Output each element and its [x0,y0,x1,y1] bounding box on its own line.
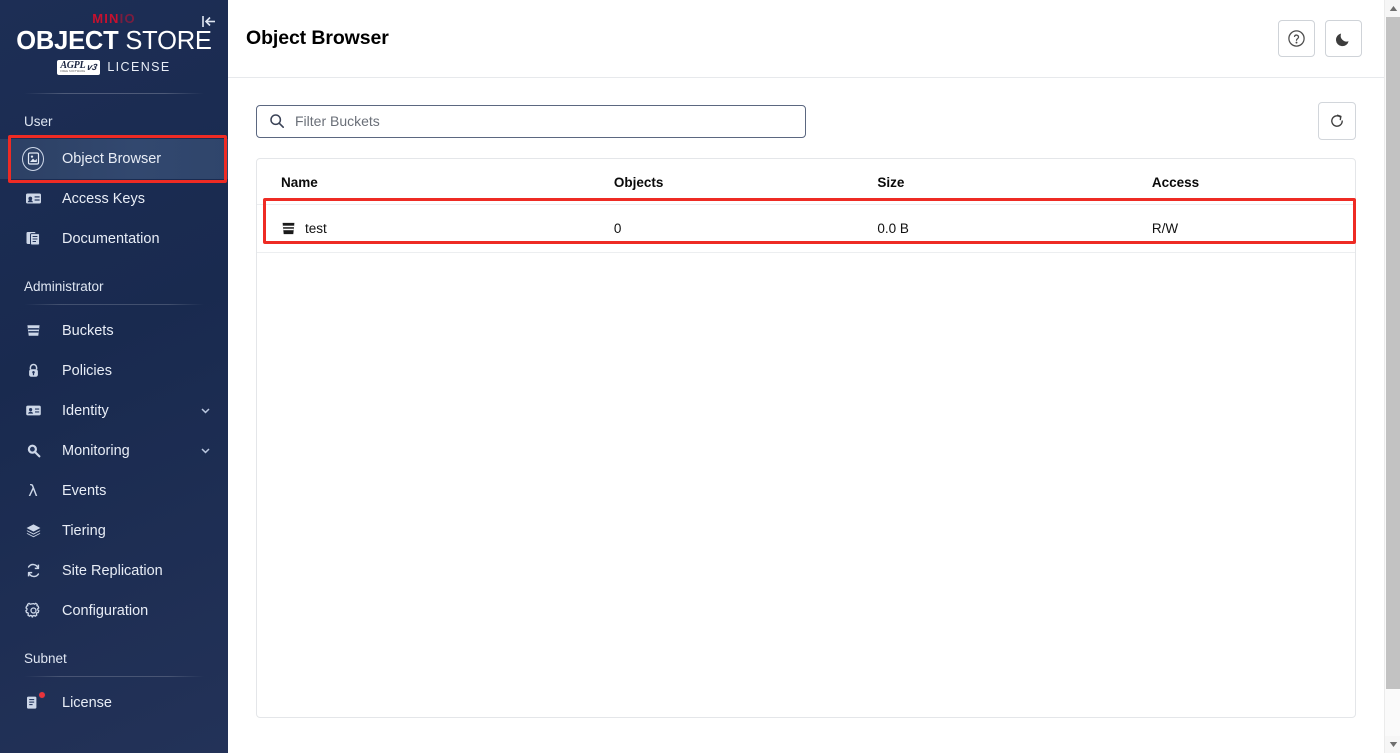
column-header-objects[interactable]: Objects [613,159,878,205]
main-content: Object Browser Filter Buckets Name Objec… [228,0,1400,753]
sidebar-item-label: Configuration [62,602,149,619]
sidebar-item-label: Access Keys [62,190,145,207]
bucket-icon [282,222,295,235]
table-row[interactable]: test 0 0.0 B R/W [257,204,1355,253]
buckets-table-card: Name Objects Size Access test 0 0.0 B R/… [256,158,1356,718]
cell-access: R/W [1151,204,1355,253]
top-bar: Object Browser [228,0,1400,78]
section-divider-subnet [24,675,204,677]
logo-divider [24,92,204,94]
moon-icon [1335,33,1349,47]
search-icon [270,114,284,128]
sidebar-item-monitoring[interactable]: Monitoring [0,431,228,471]
gear-icon [22,600,44,622]
lock-icon [22,360,44,382]
help-circle-icon [1288,30,1305,47]
agpl-badge-icon: AGPL FREE SOFTWARE v3 [57,59,101,75]
page-title: Object Browser [246,27,389,49]
sidebar-item-label: Monitoring [62,442,130,459]
sidebar-item-license[interactable]: License [0,683,228,723]
collapse-left-icon [201,15,215,27]
cell-objects-count: 0 [613,204,878,253]
sidebar-item-tiering[interactable]: Tiering [0,511,228,551]
sidebar-item-identity[interactable]: Identity [0,391,228,431]
scrollbar-thumb[interactable] [1386,17,1400,689]
sidebar-item-access-keys[interactable]: Access Keys [0,179,228,219]
search-input[interactable] [295,113,793,129]
sidebar-item-configuration[interactable]: Configuration [0,591,228,631]
identity-card-icon [22,400,44,422]
minio-wordmark-io: IO [119,11,136,26]
cell-bucket-name: test [257,204,614,253]
sidebar: MINIO OBJECT STORE AGPL FREE SOFTWARE v3… [0,0,228,753]
license-notification-badge [38,690,46,699]
minio-console: MINIO OBJECT STORE AGPL FREE SOFTWARE v3… [0,0,1400,753]
chevron-down-icon[interactable] [198,445,212,456]
brand-logo: MINIO OBJECT STORE AGPL FREE SOFTWARE v3… [0,0,228,94]
documentation-icon [22,228,44,250]
table-body: test 0 0.0 B R/W [257,204,1355,253]
license-label: LICENSE [107,60,171,75]
scrollbar-down-button[interactable] [1385,736,1400,753]
cell-size: 0.0 B [877,204,1152,253]
bucket-name-label: test [305,221,327,236]
top-bar-actions [1278,20,1362,57]
sidebar-item-label: Events [62,482,107,499]
section-label-administrator: Administrator [24,278,104,294]
sidebar-item-label: License [62,694,112,711]
column-header-size[interactable]: Size [877,159,1152,205]
page-scrollbar[interactable] [1384,0,1400,753]
buckets-table: Name Objects Size Access test 0 0.0 B R/… [257,159,1355,253]
sidebar-item-label: Policies [62,362,112,379]
sidebar-item-documentation[interactable]: Documentation [0,219,228,259]
license-row: AGPL FREE SOFTWARE v3 LICENSE [0,59,228,75]
filter-buckets-field[interactable] [256,104,806,138]
object-browser-icon [22,146,44,171]
sidebar-item-object-browser[interactable]: Object Browser [0,138,228,179]
access-keys-icon [22,188,44,210]
wordmark-object: OBJECT [16,27,119,55]
agpl-version-label: v3 [86,62,99,73]
scrollbar-up-button[interactable] [1385,0,1400,17]
section-label-user: User [24,113,53,129]
table-header-row: Name Objects Size Access [257,159,1355,205]
chevron-down-icon [1389,742,1397,747]
help-button[interactable] [1278,20,1315,57]
license-icon [22,690,46,714]
layers-icon [22,520,44,542]
theme-toggle-button[interactable] [1325,20,1362,57]
sidebar-item-site-replication[interactable]: Site Replication [0,551,228,591]
object-store-wordmark: OBJECT STORE [0,28,228,55]
section-divider-administrator [24,303,204,305]
agpl-badge-sublabel: FREE SOFTWARE [60,70,86,74]
replication-icon [22,560,44,582]
section-label-subnet: Subnet [24,650,67,666]
column-header-name[interactable]: Name [257,159,614,205]
chevron-down-icon[interactable] [198,405,212,416]
magnifier-icon [22,440,44,462]
toolbar [256,78,1382,158]
minio-wordmark-min: MIN [92,11,120,26]
collapse-sidebar-icon[interactable] [196,9,220,33]
bucket-icon [22,320,44,342]
table-header: Name Objects Size Access [257,159,1355,205]
sidebar-item-label: Identity [62,402,109,419]
sidebar-item-buckets[interactable]: Buckets [0,311,228,351]
refresh-button[interactable] [1318,102,1356,140]
content-area: Name Objects Size Access [228,78,1400,753]
chevron-up-icon [1389,6,1397,11]
sidebar-item-label: Site Replication [62,562,163,579]
sidebar-item-policies[interactable]: Policies [0,351,228,391]
sidebar-item-label: Object Browser [62,150,162,167]
sidebar-item-label: Buckets [62,322,114,339]
refresh-icon [1331,114,1343,127]
lambda-icon: λ [28,480,38,500]
sidebar-item-label: Documentation [62,230,160,247]
sidebar-item-label: Tiering [62,522,106,539]
sidebar-item-events[interactable]: λ Events [0,471,228,511]
column-header-access[interactable]: Access [1151,159,1355,205]
minio-wordmark: MINIO [0,12,228,25]
